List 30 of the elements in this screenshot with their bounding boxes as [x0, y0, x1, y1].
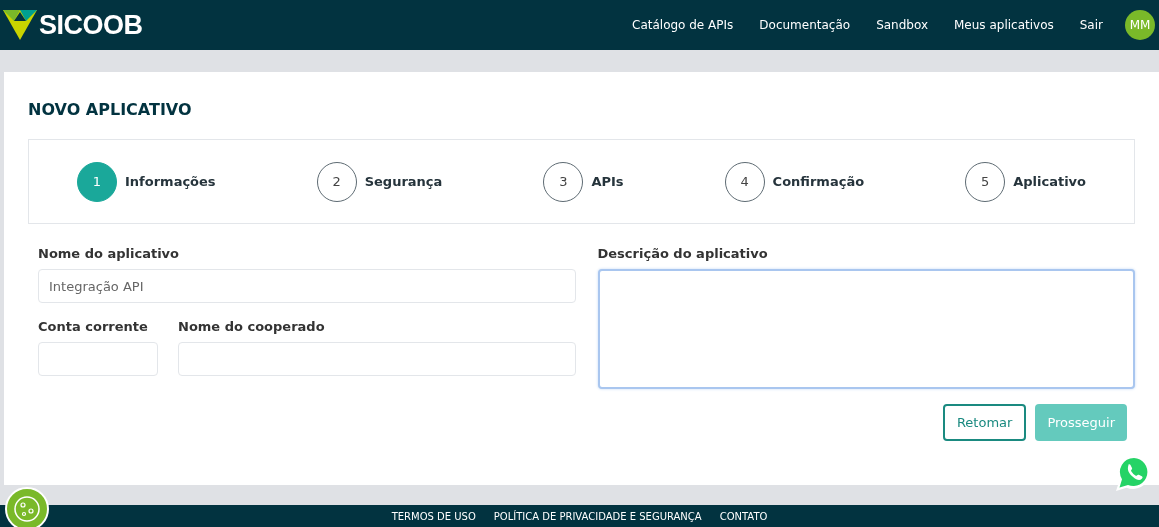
nav-link[interactable]: Sair: [1079, 18, 1103, 32]
nav-link[interactable]: Catálogo de APIs: [632, 18, 734, 32]
step-label[interactable]: APIs: [591, 174, 624, 189]
member-name-field[interactable]: [178, 342, 576, 376]
step-number[interactable]: 3: [543, 161, 584, 202]
logo-icon: [3, 10, 37, 40]
nav-link[interactable]: Meus aplicativos: [954, 18, 1054, 32]
step-label[interactable]: Informações: [125, 174, 216, 189]
step-label[interactable]: Confirmação: [772, 174, 865, 189]
field-label: Nome do aplicativo: [38, 246, 180, 261]
field-label: Nome do cooperado: [178, 319, 326, 334]
nav-link[interactable]: Documentação: [759, 18, 851, 32]
step-label[interactable]: Segurança: [364, 174, 443, 189]
page-title: NOVO APLICATIVO: [28, 100, 193, 119]
step-label[interactable]: Aplicativo: [1013, 174, 1086, 189]
description-field[interactable]: [597, 269, 1135, 389]
footer-link[interactable]: POLÍTICA DE PRIVACIDADE E SEGURANÇA: [493, 510, 702, 522]
back-button[interactable]: Retomar: [942, 404, 1027, 441]
cookie-icon[interactable]: [5, 487, 49, 527]
footer-link[interactable]: CONTATO: [719, 510, 768, 522]
field-label: Conta corrente: [38, 319, 149, 334]
account-field[interactable]: [38, 342, 158, 376]
field-label: Descrição do aplicativo: [597, 246, 769, 261]
logo-text: SICOOB: [39, 9, 143, 41]
step-number[interactable]: 5: [965, 161, 1006, 202]
step-number[interactable]: 2: [316, 161, 357, 202]
nav-link[interactable]: Sandbox: [876, 18, 928, 32]
footer-link[interactable]: TERMOS DE USO: [391, 510, 476, 522]
app-name-field[interactable]: Integração API: [38, 269, 576, 303]
step-number[interactable]: 4: [724, 161, 765, 202]
